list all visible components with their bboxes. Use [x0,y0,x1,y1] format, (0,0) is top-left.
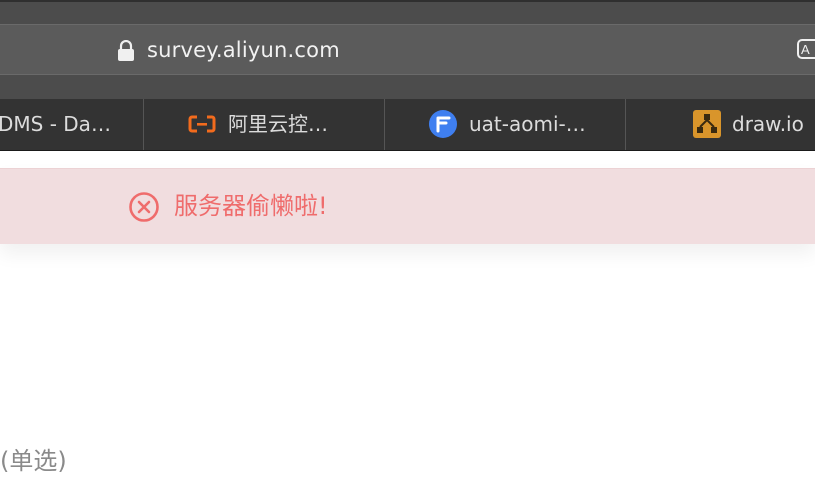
address-bar[interactable]: survey.aliyun.com A [0,24,815,75]
tab-bar: DMS - Da… 阿里云控… uat-aomi-… draw.io [0,99,815,151]
tab-drawio[interactable]: draw.io [626,99,815,150]
svg-text:A: A [801,42,810,57]
error-banner: 服务器偷懒啦! [0,168,815,244]
tab-dms[interactable]: DMS - Da… [0,99,144,150]
tab-aomi-label: uat-aomi-… [469,112,586,136]
reader-mode-icon[interactable]: A [797,39,815,61]
aliyun-favicon-icon [188,115,216,133]
tab-uat-aomi[interactable]: uat-aomi-… [385,99,626,150]
tab-drawio-label: draw.io [732,112,804,136]
tab-aliyun-label: 阿里云控… [228,112,328,136]
lock-icon [118,40,134,61]
tab-aliyun-console[interactable]: 阿里云控… [144,99,385,150]
single-choice-hint: (单选) [0,447,67,475]
drawio-favicon-icon [693,110,721,138]
error-message: 服务器偷懒啦! [174,192,328,220]
toolbar-top-border [0,0,815,2]
error-circle-x-icon [129,192,159,222]
aomi-favicon-icon [429,110,457,138]
url-text[interactable]: survey.aliyun.com [147,38,340,62]
tab-dms-label: DMS - Da… [0,112,111,136]
browser-toolbar: survey.aliyun.com A [0,0,815,99]
